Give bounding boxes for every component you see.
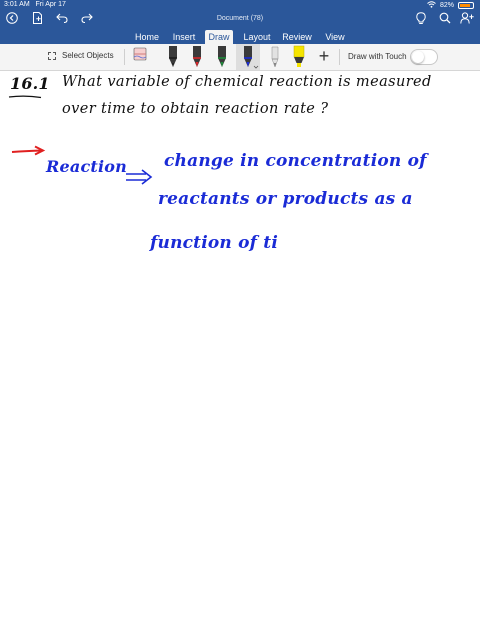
tab-review[interactable]: Review bbox=[280, 30, 314, 44]
question-line-1: What variable of chemical reaction is me… bbox=[62, 74, 432, 90]
tab-insert[interactable]: Insert bbox=[169, 30, 199, 44]
select-objects-icon bbox=[48, 51, 56, 60]
status-time: 3:01 AM bbox=[4, 1, 30, 8]
pen-red-tool[interactable] bbox=[187, 44, 207, 70]
draw-with-touch-label: Draw with Touch bbox=[348, 52, 407, 61]
implies-arrow bbox=[126, 169, 153, 185]
pen-black-tool[interactable] bbox=[163, 44, 183, 70]
pen-green-tool[interactable] bbox=[212, 44, 232, 70]
highlighter-yellow-tool[interactable] bbox=[289, 44, 309, 70]
undo-icon[interactable] bbox=[55, 11, 69, 25]
question-number: 16.1 bbox=[10, 74, 50, 93]
add-person-icon[interactable] bbox=[460, 11, 474, 25]
pencil-gray-tool[interactable] bbox=[265, 44, 285, 70]
tab-home[interactable]: Home bbox=[132, 30, 162, 44]
eraser-tool[interactable] bbox=[130, 44, 150, 70]
back-circle-icon[interactable] bbox=[5, 11, 19, 25]
drawing-canvas[interactable]: 16.1 What variable of chemical reaction … bbox=[0, 71, 480, 640]
tab-layout[interactable]: Layout bbox=[241, 30, 273, 44]
battery-icon bbox=[458, 2, 474, 9]
redo-icon[interactable] bbox=[80, 11, 94, 25]
document-title: Document (78) bbox=[216, 15, 264, 22]
question-line-2: over time to obtain reaction rate ? bbox=[62, 101, 329, 117]
status-date: Fri Apr 17 bbox=[35, 1, 66, 8]
draw-toolbar: Select Objects + Draw with Touch bbox=[0, 44, 480, 71]
ribbon: 3:01 AM Fri Apr 17 82% Document (78) Hom… bbox=[0, 0, 480, 44]
pen-blue-tool[interactable] bbox=[236, 44, 260, 70]
status-battery-percent: 82% bbox=[439, 2, 454, 9]
answer-line-2: reactants or products as a bbox=[158, 189, 413, 209]
wifi-icon bbox=[427, 1, 436, 10]
status-right: 82% bbox=[427, 1, 474, 10]
add-pen-button[interactable]: + bbox=[317, 47, 331, 65]
status-time-date: 3:01 AM Fri Apr 17 bbox=[4, 1, 66, 8]
search-icon[interactable] bbox=[438, 11, 452, 25]
select-objects-label: Select Objects bbox=[62, 51, 114, 60]
toolbar-separator bbox=[124, 49, 125, 65]
question-number-underline bbox=[8, 95, 42, 99]
select-objects-button[interactable]: Select Objects bbox=[48, 51, 114, 60]
answer-line-3: function of ti bbox=[150, 233, 278, 253]
toolbar-separator bbox=[339, 49, 340, 65]
tab-view[interactable]: View bbox=[321, 30, 349, 44]
red-arrow-mark bbox=[11, 145, 46, 156]
answer-term: Reaction bbox=[46, 157, 127, 176]
lightbulb-icon[interactable] bbox=[414, 11, 428, 25]
file-icon[interactable] bbox=[30, 11, 44, 25]
tab-draw[interactable]: Draw bbox=[205, 30, 233, 44]
ribbon-tabs: Home Insert Draw Layout Review View bbox=[0, 30, 480, 44]
toggle-knob bbox=[412, 51, 424, 63]
draw-with-touch-toggle[interactable] bbox=[410, 49, 438, 65]
battery-fill bbox=[460, 4, 470, 7]
answer-line-1: change in concentration of bbox=[164, 151, 427, 171]
